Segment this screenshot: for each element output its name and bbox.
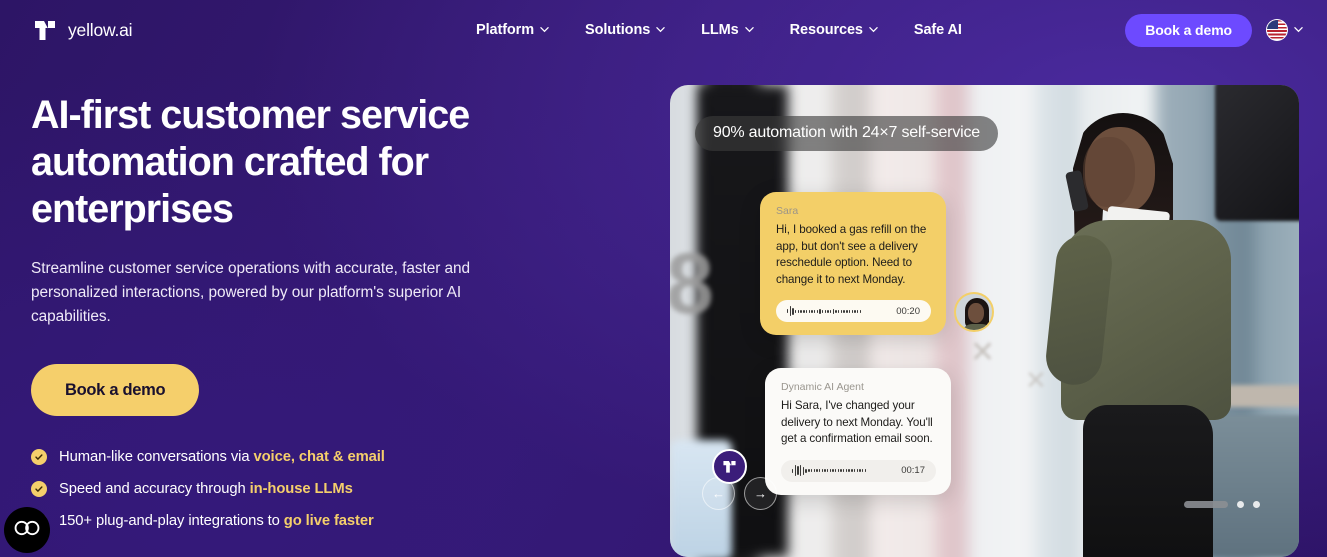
top-navigation: yellow.ai Platform Solutions LLMs Resour… <box>0 0 1327 60</box>
audio-duration: 00:20 <box>896 305 920 317</box>
feature-text: Human-like conversations via voice, chat… <box>59 449 385 465</box>
book-a-demo-button-nav[interactable]: Book a demo <box>1125 13 1252 47</box>
nav-right-group: Book a demo <box>1125 0 1303 60</box>
book-a-demo-button-hero[interactable]: Book a demo <box>31 364 200 416</box>
bubble-sender: Dynamic AI Agent <box>781 381 864 393</box>
waveform-icon <box>792 465 894 477</box>
feature-list: Human-like conversations via voice, chat… <box>31 449 571 529</box>
check-circle-icon <box>31 449 47 465</box>
brand-name: yellow.ai <box>68 19 133 40</box>
chat-bubble-customer: Sara Hi, I booked a gas refill on the ap… <box>760 192 946 335</box>
chevron-down-icon <box>1294 25 1303 34</box>
list-item: Speed and accuracy through in-house LLMs <box>31 481 571 497</box>
hero-content: AI-first customer service automation cra… <box>31 92 571 529</box>
us-flag-icon <box>1266 19 1288 41</box>
feature-text: Speed and accuracy through in-house LLMs <box>59 481 353 497</box>
bubble-message: Hi, I booked a gas refill on the app, bu… <box>776 223 927 286</box>
feature-text: 150+ plug-and-play integrations to go li… <box>59 513 374 529</box>
yellow-ai-badge-icon <box>712 449 747 484</box>
carousel-next-button[interactable]: → <box>744 477 777 510</box>
nav-item-label: Resources <box>789 22 863 38</box>
avatar <box>954 292 994 332</box>
nav-item-label: Safe AI <box>913 22 962 38</box>
yellow-ai-logo-icon <box>31 16 59 44</box>
page-root: yellow.ai Platform Solutions LLMs Resour… <box>0 0 1327 557</box>
cookie-consent-button[interactable] <box>4 507 50 553</box>
nav-item-label: LLMs <box>701 22 739 38</box>
nav-item-label: Platform <box>476 22 535 38</box>
nav-item-label: Solutions <box>585 22 651 38</box>
bubble-message: Hi Sara, I've changed your delivery to n… <box>781 399 933 445</box>
nav-item-safe-ai[interactable]: Safe AI <box>896 22 980 38</box>
audio-player[interactable]: 00:17 <box>781 459 936 482</box>
chat-bubble-agent: Dynamic AI Agent Hi Sara, I've changed y… <box>765 368 951 495</box>
list-item: 150+ plug-and-play integrations to go li… <box>31 513 571 529</box>
nav-item-platform[interactable]: Platform <box>476 22 567 38</box>
cookie-consent-icon <box>12 520 42 541</box>
page-title: AI-first customer service automation cra… <box>31 93 470 231</box>
arrow-right-icon: → <box>754 486 767 501</box>
carousel-dot-3[interactable] <box>1253 501 1260 508</box>
person-on-phone <box>1025 85 1299 557</box>
list-item: Human-like conversations via voice, chat… <box>31 449 571 465</box>
chevron-down-icon <box>744 25 754 34</box>
carousel-dot-1[interactable] <box>1184 501 1228 508</box>
status-badge: 90% automation with 24×7 self-service <box>695 116 998 151</box>
carousel-pagination <box>1184 501 1260 508</box>
hero-subheading: Streamline customer service operations w… <box>31 260 471 325</box>
chevron-down-icon <box>869 25 878 34</box>
nav-item-resources[interactable]: Resources <box>772 22 896 38</box>
hero-media-carousel: 8 ✕ ✕ 90% automation with 24×7 self-serv… <box>670 85 1299 557</box>
check-circle-icon <box>31 481 47 497</box>
carousel-dot-2[interactable] <box>1237 501 1244 508</box>
locale-selector[interactable] <box>1266 19 1303 41</box>
waveform-icon <box>787 305 889 317</box>
chevron-down-icon <box>540 25 549 34</box>
arrow-left-icon: ← <box>712 486 725 501</box>
nav-item-solutions[interactable]: Solutions <box>567 22 683 38</box>
nav-item-llms[interactable]: LLMs <box>683 22 771 38</box>
audio-player[interactable]: 00:20 <box>776 300 931 322</box>
bubble-sender: Sara <box>776 205 799 217</box>
background-numeral: 8 <box>670 236 714 332</box>
brand-logo-link[interactable]: yellow.ai <box>31 16 133 44</box>
audio-duration: 00:17 <box>901 465 925 476</box>
nav-links: Platform Solutions LLMs Resources Safe A… <box>476 0 980 60</box>
chevron-down-icon <box>656 25 665 34</box>
